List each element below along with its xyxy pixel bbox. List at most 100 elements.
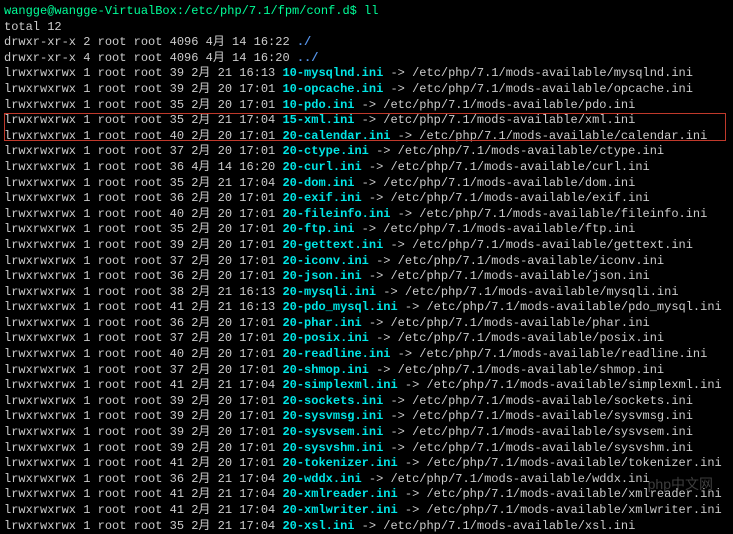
symlink-target: -> /etc/php/7.1/mods-available/sockets.i… [383, 394, 693, 408]
list-item: lrwxrwxrwx 1 root root 36 2月 20 17:01 20… [4, 269, 729, 285]
list-item: lrwxrwxrwx 1 root root 39 2月 20 17:01 20… [4, 238, 729, 254]
symlink-name: 15-xml.ini [282, 113, 354, 127]
symlink-name: 20-phar.ini [282, 316, 361, 330]
list-item: lrwxrwxrwx 1 root root 37 2月 20 17:01 20… [4, 331, 729, 347]
file-permissions: lrwxrwxrwx 1 root root 35 2月 20 17:01 [4, 222, 282, 236]
list-item: lrwxrwxrwx 1 root root 39 2月 20 17:01 20… [4, 394, 729, 410]
file-permissions: lrwxrwxrwx 1 root root 40 2月 20 17:01 [4, 207, 282, 221]
file-permissions: drwxr-xr-x 2 root root 4096 4月 14 16:22 [4, 35, 297, 49]
symlink-target: -> /etc/php/7.1/mods-available/fileinfo.… [390, 207, 707, 221]
file-permissions: drwxr-xr-x 4 root root 4096 4月 14 16:20 [4, 51, 297, 65]
symlink-target: -> /etc/php/7.1/mods-available/mysqlnd.i… [383, 66, 693, 80]
symlink-name: 20-shmop.ini [282, 363, 368, 377]
symlink-name: 20-readline.ini [282, 347, 390, 361]
symlink-name: 20-curl.ini [282, 160, 361, 174]
symlink-name: 10-mysqlnd.ini [282, 66, 383, 80]
list-item: lrwxrwxrwx 1 root root 38 2月 21 16:13 20… [4, 285, 729, 301]
symlink-name: 20-pdo_mysql.ini [282, 300, 397, 314]
file-permissions: lrwxrwxrwx 1 root root 37 2月 20 17:01 [4, 254, 282, 268]
symlink-target: -> /etc/php/7.1/mods-available/pdo.ini [354, 98, 635, 112]
file-permissions: lrwxrwxrwx 1 root root 36 2月 21 17:04 [4, 472, 282, 486]
file-permissions: lrwxrwxrwx 1 root root 38 2月 21 16:13 [4, 285, 282, 299]
file-permissions: lrwxrwxrwx 1 root root 36 2月 20 17:01 [4, 191, 282, 205]
symlink-name: 20-sysvmsg.ini [282, 409, 383, 423]
terminal-prompt[interactable]: wangge@wangge-VirtualBox:/etc/php/7.1/fp… [4, 4, 729, 20]
symlink-target: -> /etc/php/7.1/mods-available/simplexml… [398, 378, 722, 392]
file-listing: drwxr-xr-x 2 root root 4096 4月 14 16:22 … [4, 35, 729, 534]
symlink-target: -> /etc/php/7.1/mods-available/mysqli.in… [376, 285, 678, 299]
list-item: lrwxrwxrwx 1 root root 36 2月 21 17:04 20… [4, 472, 729, 488]
list-item: lrwxrwxrwx 1 root root 40 2月 20 17:01 20… [4, 129, 729, 145]
symlink-name: 20-exif.ini [282, 191, 361, 205]
symlink-target: -> /etc/php/7.1/mods-available/json.ini [362, 269, 650, 283]
list-item: lrwxrwxrwx 1 root root 41 2月 20 17:01 20… [4, 456, 729, 472]
symlink-target: -> /etc/php/7.1/mods-available/xsl.ini [354, 519, 635, 533]
list-item: lrwxrwxrwx 1 root root 40 2月 20 17:01 20… [4, 347, 729, 363]
symlink-name: 20-wddx.ini [282, 472, 361, 486]
symlink-target: -> /etc/php/7.1/mods-available/posix.ini [369, 331, 664, 345]
symlink-name: 10-opcache.ini [282, 82, 383, 96]
file-permissions: lrwxrwxrwx 1 root root 39 2月 21 16:13 [4, 66, 282, 80]
file-permissions: lrwxrwxrwx 1 root root 41 2月 21 16:13 [4, 300, 282, 314]
list-item: lrwxrwxrwx 1 root root 37 2月 20 17:01 20… [4, 144, 729, 160]
file-permissions: lrwxrwxrwx 1 root root 41 2月 21 17:04 [4, 487, 282, 501]
symlink-name: 20-xmlreader.ini [282, 487, 397, 501]
symlink-name: 20-sysvsem.ini [282, 425, 383, 439]
file-permissions: lrwxrwxrwx 1 root root 40 2月 20 17:01 [4, 347, 282, 361]
list-item: lrwxrwxrwx 1 root root 36 2月 20 17:01 20… [4, 316, 729, 332]
list-item: lrwxrwxrwx 1 root root 35 2月 20 17:01 10… [4, 98, 729, 114]
symlink-target: -> /etc/php/7.1/mods-available/tokenizer… [398, 456, 722, 470]
symlink-target: -> /etc/php/7.1/mods-available/sysvshm.i… [383, 441, 693, 455]
symlink-name: 20-calendar.ini [282, 129, 390, 143]
file-permissions: lrwxrwxrwx 1 root root 37 2月 20 17:01 [4, 331, 282, 345]
symlink-target: -> /etc/php/7.1/mods-available/phar.ini [362, 316, 650, 330]
list-item: lrwxrwxrwx 1 root root 41 2月 21 16:13 20… [4, 300, 729, 316]
file-permissions: lrwxrwxrwx 1 root root 41 2月 20 17:01 [4, 456, 282, 470]
symlink-target: -> /etc/php/7.1/mods-available/iconv.ini [369, 254, 664, 268]
symlink-name: 20-sysvshm.ini [282, 441, 383, 455]
symlink-target: -> /etc/php/7.1/mods-available/readline.… [390, 347, 707, 361]
symlink-target: -> /etc/php/7.1/mods-available/pdo_mysql… [398, 300, 722, 314]
symlink-target: -> /etc/php/7.1/mods-available/curl.ini [362, 160, 650, 174]
symlink-name: 20-xsl.ini [282, 519, 354, 533]
symlink-target: -> /etc/php/7.1/mods-available/wddx.ini [362, 472, 650, 486]
symlink-name: 20-ftp.ini [282, 222, 354, 236]
symlink-name: 20-iconv.ini [282, 254, 368, 268]
symlink-target: -> /etc/php/7.1/mods-available/shmop.ini [369, 363, 664, 377]
directory-name: ./ [297, 35, 311, 49]
list-item: lrwxrwxrwx 1 root root 40 2月 20 17:01 20… [4, 207, 729, 223]
symlink-target: -> /etc/php/7.1/mods-available/ftp.ini [354, 222, 635, 236]
symlink-target: -> /etc/php/7.1/mods-available/sysvmsg.i… [383, 409, 693, 423]
symlink-name: 20-dom.ini [282, 176, 354, 190]
symlink-name: 20-json.ini [282, 269, 361, 283]
symlink-target: -> /etc/php/7.1/mods-available/sysvsem.i… [383, 425, 693, 439]
file-permissions: lrwxrwxrwx 1 root root 39 2月 20 17:01 [4, 441, 282, 455]
symlink-target: -> /etc/php/7.1/mods-available/exif.ini [362, 191, 650, 205]
list-item: lrwxrwxrwx 1 root root 39 2月 20 17:01 20… [4, 425, 729, 441]
list-item: lrwxrwxrwx 1 root root 41 2月 21 17:04 20… [4, 487, 729, 503]
file-permissions: lrwxrwxrwx 1 root root 41 2月 21 17:04 [4, 378, 282, 392]
directory-name: ../ [297, 51, 319, 65]
file-permissions: lrwxrwxrwx 1 root root 35 2月 21 17:04 [4, 113, 282, 127]
file-permissions: lrwxrwxrwx 1 root root 35 2月 20 17:01 [4, 98, 282, 112]
symlink-target: -> /etc/php/7.1/mods-available/calendar.… [390, 129, 707, 143]
symlink-name: 20-sockets.ini [282, 394, 383, 408]
list-item: lrwxrwxrwx 1 root root 35 2月 21 17:04 20… [4, 519, 729, 534]
list-item: lrwxrwxrwx 1 root root 39 2月 20 17:01 20… [4, 409, 729, 425]
file-permissions: lrwxrwxrwx 1 root root 39 2月 20 17:01 [4, 409, 282, 423]
list-item: lrwxrwxrwx 1 root root 36 4月 14 16:20 20… [4, 160, 729, 176]
list-item: lrwxrwxrwx 1 root root 35 2月 20 17:01 20… [4, 222, 729, 238]
file-permissions: lrwxrwxrwx 1 root root 36 2月 20 17:01 [4, 316, 282, 330]
list-item: drwxr-xr-x 4 root root 4096 4月 14 16:20 … [4, 51, 729, 67]
symlink-name: 20-simplexml.ini [282, 378, 397, 392]
file-permissions: lrwxrwxrwx 1 root root 40 2月 20 17:01 [4, 129, 282, 143]
file-permissions: lrwxrwxrwx 1 root root 37 2月 20 17:01 [4, 363, 282, 377]
symlink-name: 20-tokenizer.ini [282, 456, 397, 470]
list-item: lrwxrwxrwx 1 root root 35 2月 21 17:04 20… [4, 176, 729, 192]
list-item: lrwxrwxrwx 1 root root 39 2月 21 16:13 10… [4, 66, 729, 82]
file-permissions: lrwxrwxrwx 1 root root 39 2月 20 17:01 [4, 238, 282, 252]
symlink-name: 10-pdo.ini [282, 98, 354, 112]
list-item: lrwxrwxrwx 1 root root 41 2月 21 17:04 20… [4, 378, 729, 394]
file-permissions: lrwxrwxrwx 1 root root 39 2月 20 17:01 [4, 425, 282, 439]
symlink-name: 20-posix.ini [282, 331, 368, 345]
